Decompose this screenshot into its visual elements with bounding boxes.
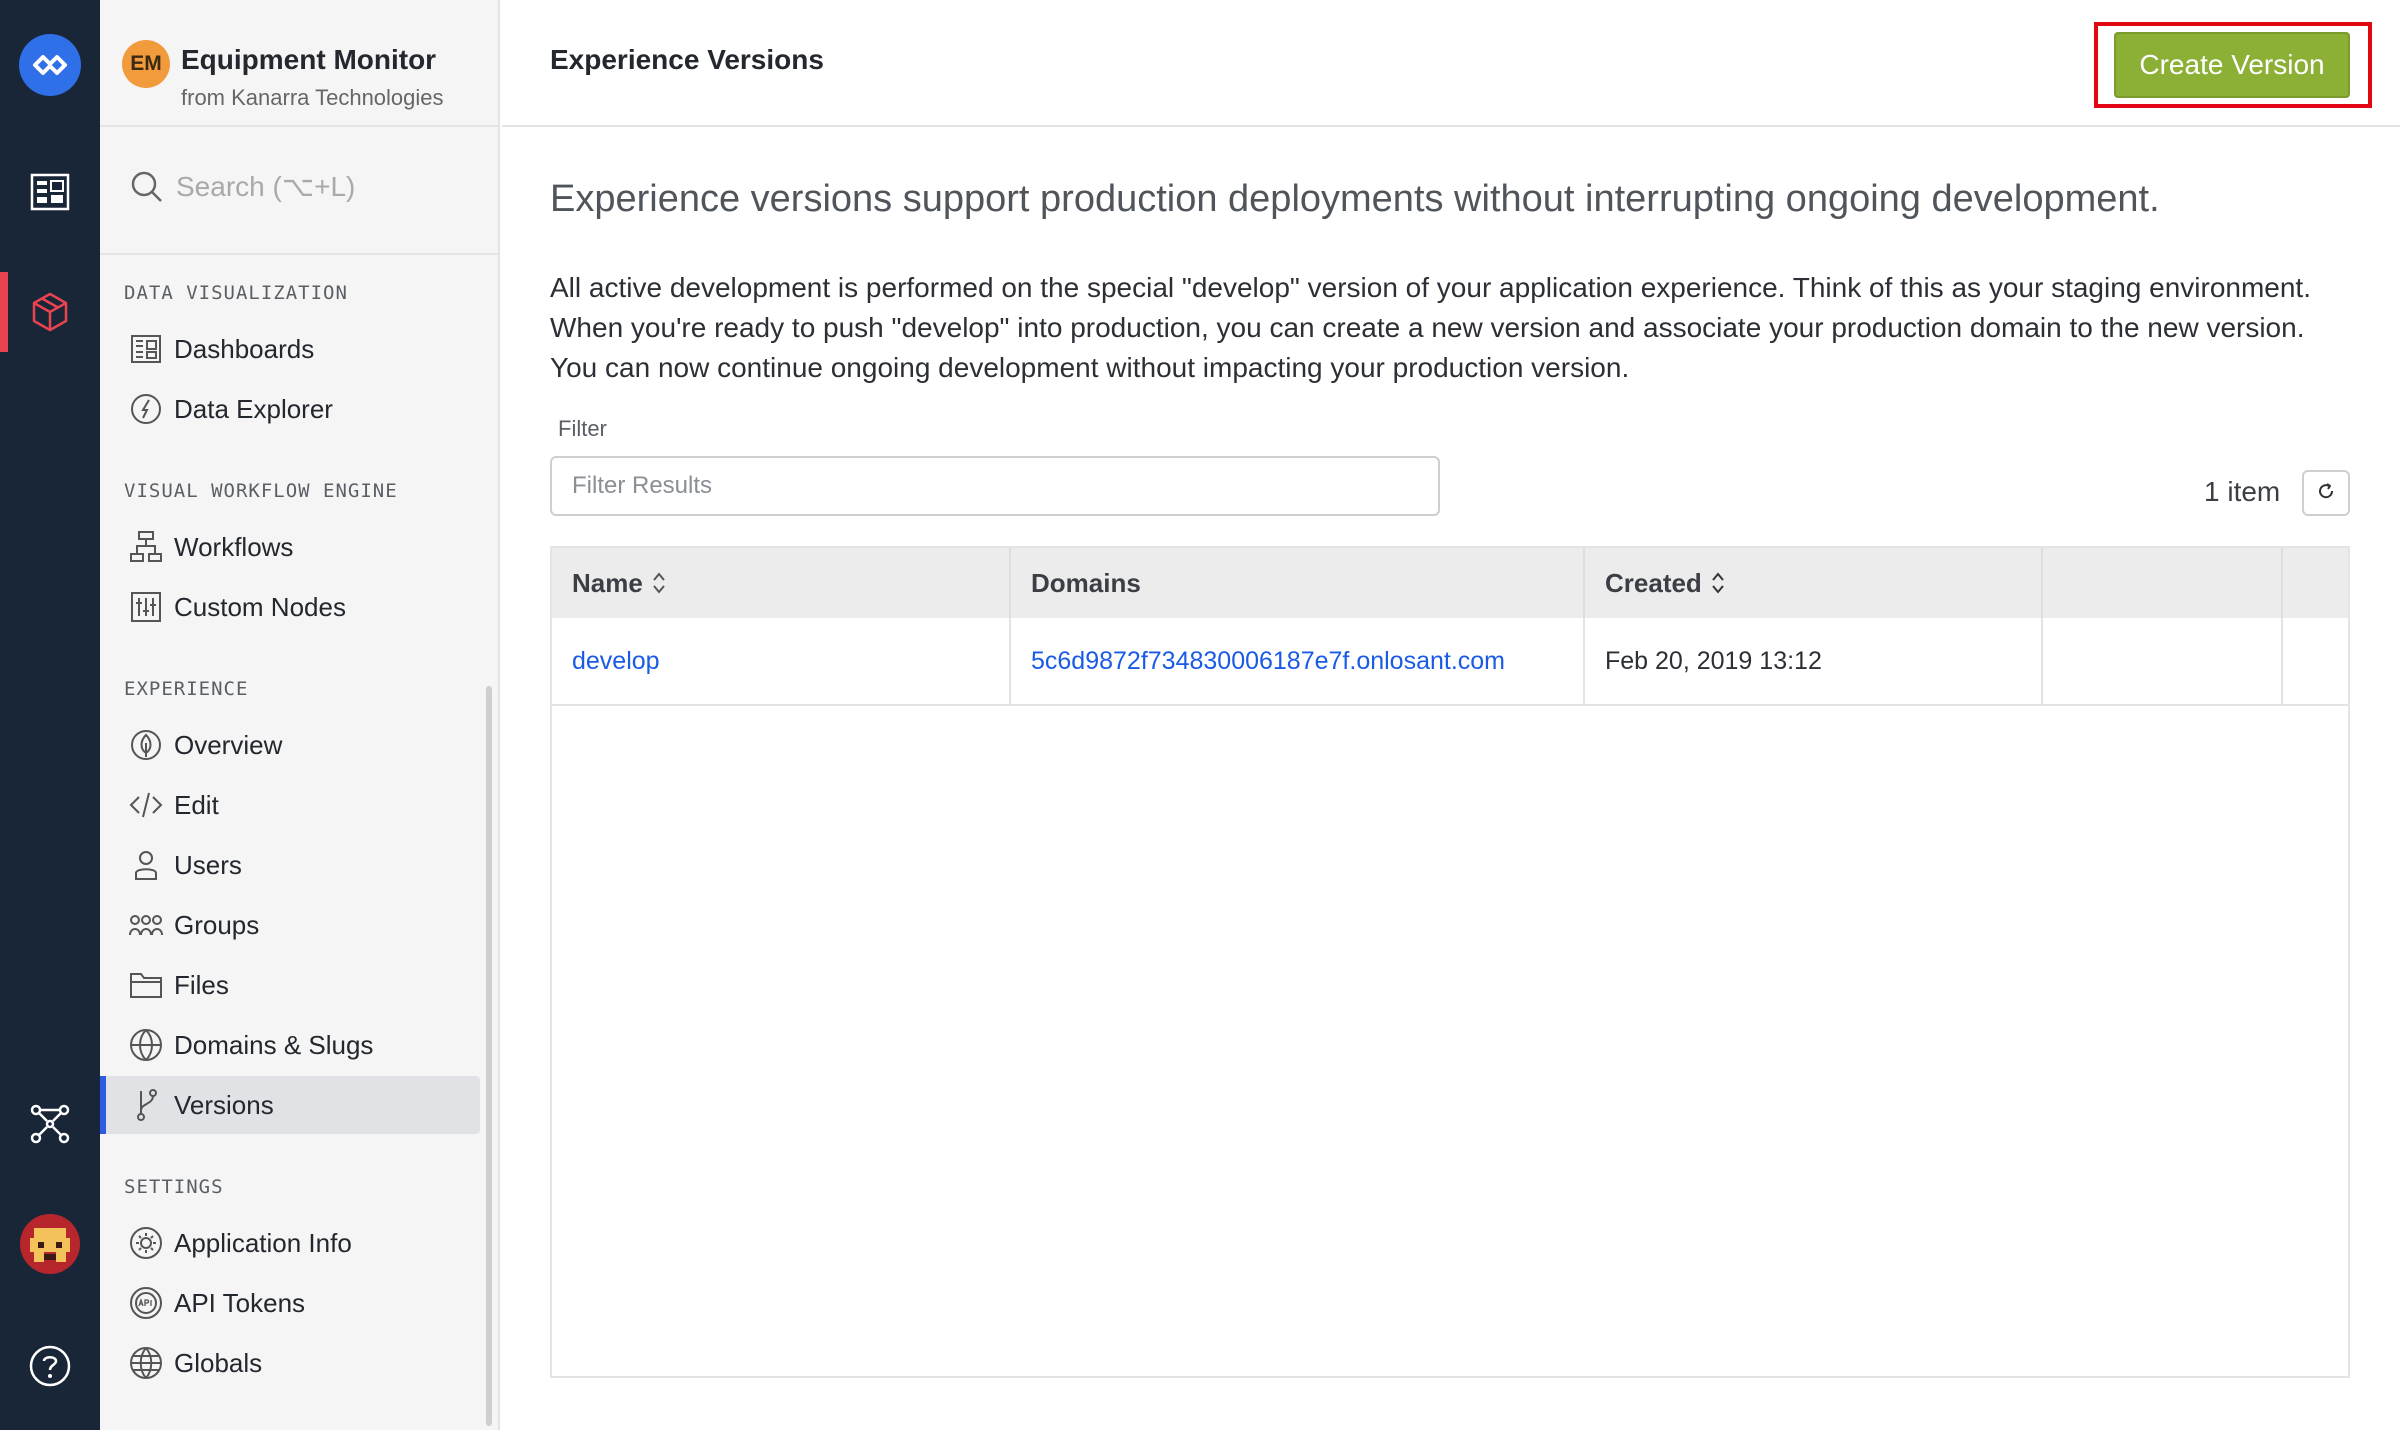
sidebar-item-label: Versions [174,1089,274,1120]
sidebar-scrollbar[interactable] [486,686,492,1426]
section-settings: SETTINGS [124,1176,224,1198]
dashboards-rail-icon[interactable] [0,152,100,232]
sidebar-item-api-tokens[interactable]: API Tokens [104,1274,480,1332]
column-header-blank [2043,548,2283,618]
page-title: Experience Versions [550,44,824,75]
sidebar-search [100,127,498,255]
help-icon[interactable] [0,1326,100,1406]
version-name-link[interactable]: develop [552,618,1011,704]
sidebar-item-label: Custom Nodes [174,591,346,622]
sidebar-item-label: API Tokens [174,1287,306,1318]
refresh-button[interactable] [2302,470,2350,516]
sidebar-item-domains-slugs[interactable]: Domains & Slugs [104,1016,480,1074]
sidebar-item-overview[interactable]: Overview [104,716,480,774]
sort-both-icon [1710,570,1726,596]
sidebar-item-custom-nodes[interactable]: Custom Nodes [104,578,480,636]
table-header: Name Domains Created [552,548,2348,618]
sidebar-item-label: Globals [174,1347,263,1378]
sidebar-item-label: Application Info [174,1227,352,1258]
column-header-domains: Domains [1011,548,1585,618]
row-actions-cell [2043,618,2283,704]
version-domain-link[interactable]: 5c6d9872f734830006187e7f.onlosant.com [1011,618,1585,704]
sidebar-item-groups[interactable]: Groups [104,896,480,954]
sidebar-item-label: Users [174,849,242,880]
branch-icon [126,1085,166,1125]
leaf-icon [126,725,166,765]
sidebar-item-label: Dashboards [174,333,315,364]
application-rail-icon[interactable] [0,272,100,352]
compass-icon [126,389,166,429]
top-bar: Experience Versions Create Version [502,0,2400,127]
page-lead: Experience versions support production d… [550,178,2160,220]
sort-both-icon [651,570,667,596]
workflow-icon [126,527,166,567]
sidebar-item-globals[interactable]: Globals [104,1334,480,1392]
app-header[interactable]: EM Equipment Monitor from Kanarra Techno… [100,0,498,127]
sidebar-item-application-info[interactable]: Application Info [104,1214,480,1272]
api-icon [126,1283,166,1323]
sidebar-item-label: Groups [174,909,260,940]
sidebar-item-label: Domains & Slugs [174,1029,374,1060]
sidebar-item-edit[interactable]: Edit [104,776,480,834]
version-created: Feb 20, 2019 13:12 [1585,618,2043,704]
sidebar-item-label: Edit [174,789,219,820]
sidebar-item-label: Overview [174,729,283,760]
code-icon [126,785,166,825]
refresh-icon [2317,482,2335,505]
sidebar-item-users[interactable]: Users [104,836,480,894]
versions-table: Name Domains Created develop 5c6d9872f73… [550,546,2350,1378]
filter-input[interactable] [550,456,1440,516]
section-visual-workflow-engine: VISUAL WORKFLOW ENGINE [124,480,398,502]
page-description: All active development is performed on t… [550,272,2311,383]
item-count: 1 item [2204,476,2281,507]
sidebar-item-label: Data Explorer [174,393,333,424]
icon-rail [0,0,100,1430]
group-icon [126,905,166,945]
app-org: from Kanarra Technologies [181,85,444,110]
column-header-name[interactable]: Name [552,548,1011,618]
app-badge: EM [122,40,170,88]
globe-icon [126,1343,166,1383]
sidebar-item-dashboards[interactable]: Dashboards [104,320,480,378]
folder-icon [126,965,166,1005]
gear-icon [126,1223,166,1263]
user-avatar[interactable] [20,1214,80,1274]
dashboard-icon [126,329,166,369]
sidebar-item-versions[interactable]: Versions [100,1076,480,1134]
sidebar-item-files[interactable]: Files [104,956,480,1014]
losant-logo-icon[interactable] [19,34,81,96]
search-icon [130,170,164,209]
filter-label: Filter [558,416,607,441]
sidebar-item-label: Files [174,969,229,1000]
sliders-icon [126,587,166,627]
user-icon [126,845,166,885]
www-icon [126,1025,166,1065]
sidebar-item-data-explorer[interactable]: Data Explorer [104,380,480,438]
table-row: develop 5c6d9872f734830006187e7f.onlosan… [552,618,2348,706]
network-rail-icon[interactable] [0,1084,100,1164]
section-data-visualization: DATA VISUALIZATION [124,282,348,304]
section-experience: EXPERIENCE [124,678,249,700]
column-header-created[interactable]: Created [1585,548,2043,618]
sidebar-item-workflows[interactable]: Workflows [104,518,480,576]
create-version-button[interactable]: Create Version [2114,32,2350,98]
search-input[interactable] [176,165,476,209]
app-name: Equipment Monitor [181,44,437,75]
sidebar: EM Equipment Monitor from Kanarra Techno… [100,0,500,1430]
sidebar-item-label: Workflows [174,531,294,562]
